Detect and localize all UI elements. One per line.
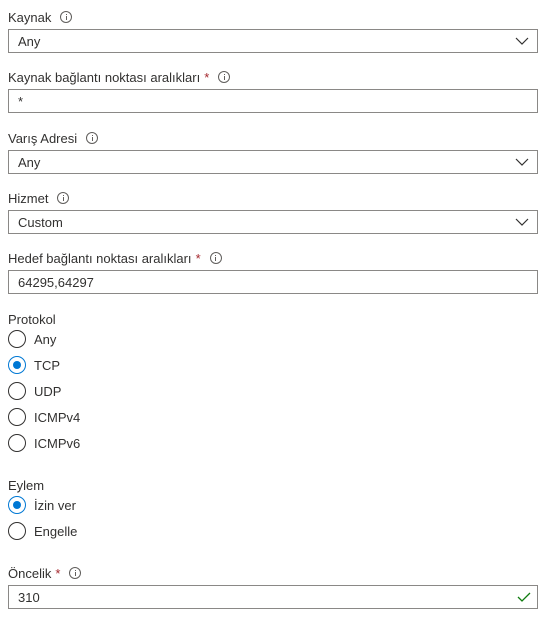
required-mark: *: [195, 250, 201, 266]
radio-label: ICMPv4: [34, 409, 81, 425]
chevron-down-icon: [515, 158, 529, 166]
info-icon[interactable]: [209, 252, 222, 264]
destination-port-ranges-label-row: Hedef bağlantı noktası aralıkları *: [8, 249, 222, 267]
radio-button[interactable]: [8, 522, 26, 540]
protocol-label: Protokol: [8, 311, 56, 327]
radio-button[interactable]: [8, 330, 26, 348]
source-port-ranges-label-row: Kaynak bağlantı noktası aralıkları *: [8, 68, 231, 86]
priority-value: 310: [18, 589, 40, 605]
priority-input[interactable]: 310: [8, 585, 538, 609]
action-option-deny[interactable]: Engelle: [8, 518, 77, 544]
priority-label-row: Öncelik *: [8, 564, 82, 582]
action-option-allow[interactable]: İzin ver: [8, 492, 77, 518]
radio-label: UDP: [34, 383, 62, 399]
service-dropdown[interactable]: Custom: [8, 210, 538, 234]
action-radio-group: İzin ver Engelle: [8, 492, 77, 544]
radio-label: ICMPv6: [34, 435, 81, 451]
protocol-option-icmpv6[interactable]: ICMPv6: [8, 430, 80, 456]
destination-value: Any: [18, 154, 41, 170]
source-port-ranges-value: *: [18, 93, 24, 109]
radio-button-selected[interactable]: [8, 496, 26, 514]
info-icon[interactable]: [86, 132, 99, 144]
radio-label: İzin ver: [34, 497, 76, 513]
radio-label: TCP: [34, 357, 60, 373]
source-value: Any: [18, 33, 41, 49]
source-label: Kaynak: [8, 9, 52, 25]
info-icon[interactable]: [69, 567, 82, 579]
service-label-row: Hizmet: [8, 189, 70, 207]
priority-label: Öncelik: [8, 565, 52, 581]
protocol-option-udp[interactable]: UDP: [8, 378, 80, 404]
protocol-option-any[interactable]: Any: [8, 326, 80, 352]
chevron-down-icon: [515, 37, 529, 45]
protocol-radio-group: Any TCP UDP ICMPv4 ICMPv6: [8, 326, 80, 456]
source-label-row: Kaynak: [8, 8, 73, 26]
info-icon[interactable]: [57, 192, 70, 204]
radio-button[interactable]: [8, 408, 26, 426]
protocol-option-icmpv4[interactable]: ICMPv4: [8, 404, 80, 430]
info-icon[interactable]: [218, 71, 231, 83]
required-mark: *: [204, 69, 210, 85]
source-dropdown[interactable]: Any: [8, 29, 538, 53]
chevron-down-icon: [515, 218, 529, 226]
source-port-ranges-input[interactable]: *: [8, 89, 538, 113]
protocol-option-tcp[interactable]: TCP: [8, 352, 80, 378]
radio-label: Any: [34, 331, 57, 347]
destination-label: Varış Adresi: [8, 130, 78, 146]
destination-port-ranges-label: Hedef bağlantı noktası aralıkları: [8, 250, 192, 266]
destination-port-ranges-value: 64295,64297: [18, 274, 94, 290]
checkmark-icon: [517, 592, 531, 602]
radio-button[interactable]: [8, 434, 26, 452]
destination-label-row: Varış Adresi: [8, 129, 99, 147]
info-icon[interactable]: [60, 11, 73, 23]
radio-label: Engelle: [34, 523, 78, 539]
radio-button-selected[interactable]: [8, 356, 26, 374]
service-value: Custom: [18, 214, 63, 230]
destination-port-ranges-input[interactable]: 64295,64297: [8, 270, 538, 294]
radio-button[interactable]: [8, 382, 26, 400]
action-label: Eylem: [8, 477, 45, 493]
source-port-ranges-label: Kaynak bağlantı noktası aralıkları: [8, 69, 201, 85]
destination-dropdown[interactable]: Any: [8, 150, 538, 174]
service-label: Hizmet: [8, 190, 49, 206]
required-mark: *: [55, 565, 61, 581]
